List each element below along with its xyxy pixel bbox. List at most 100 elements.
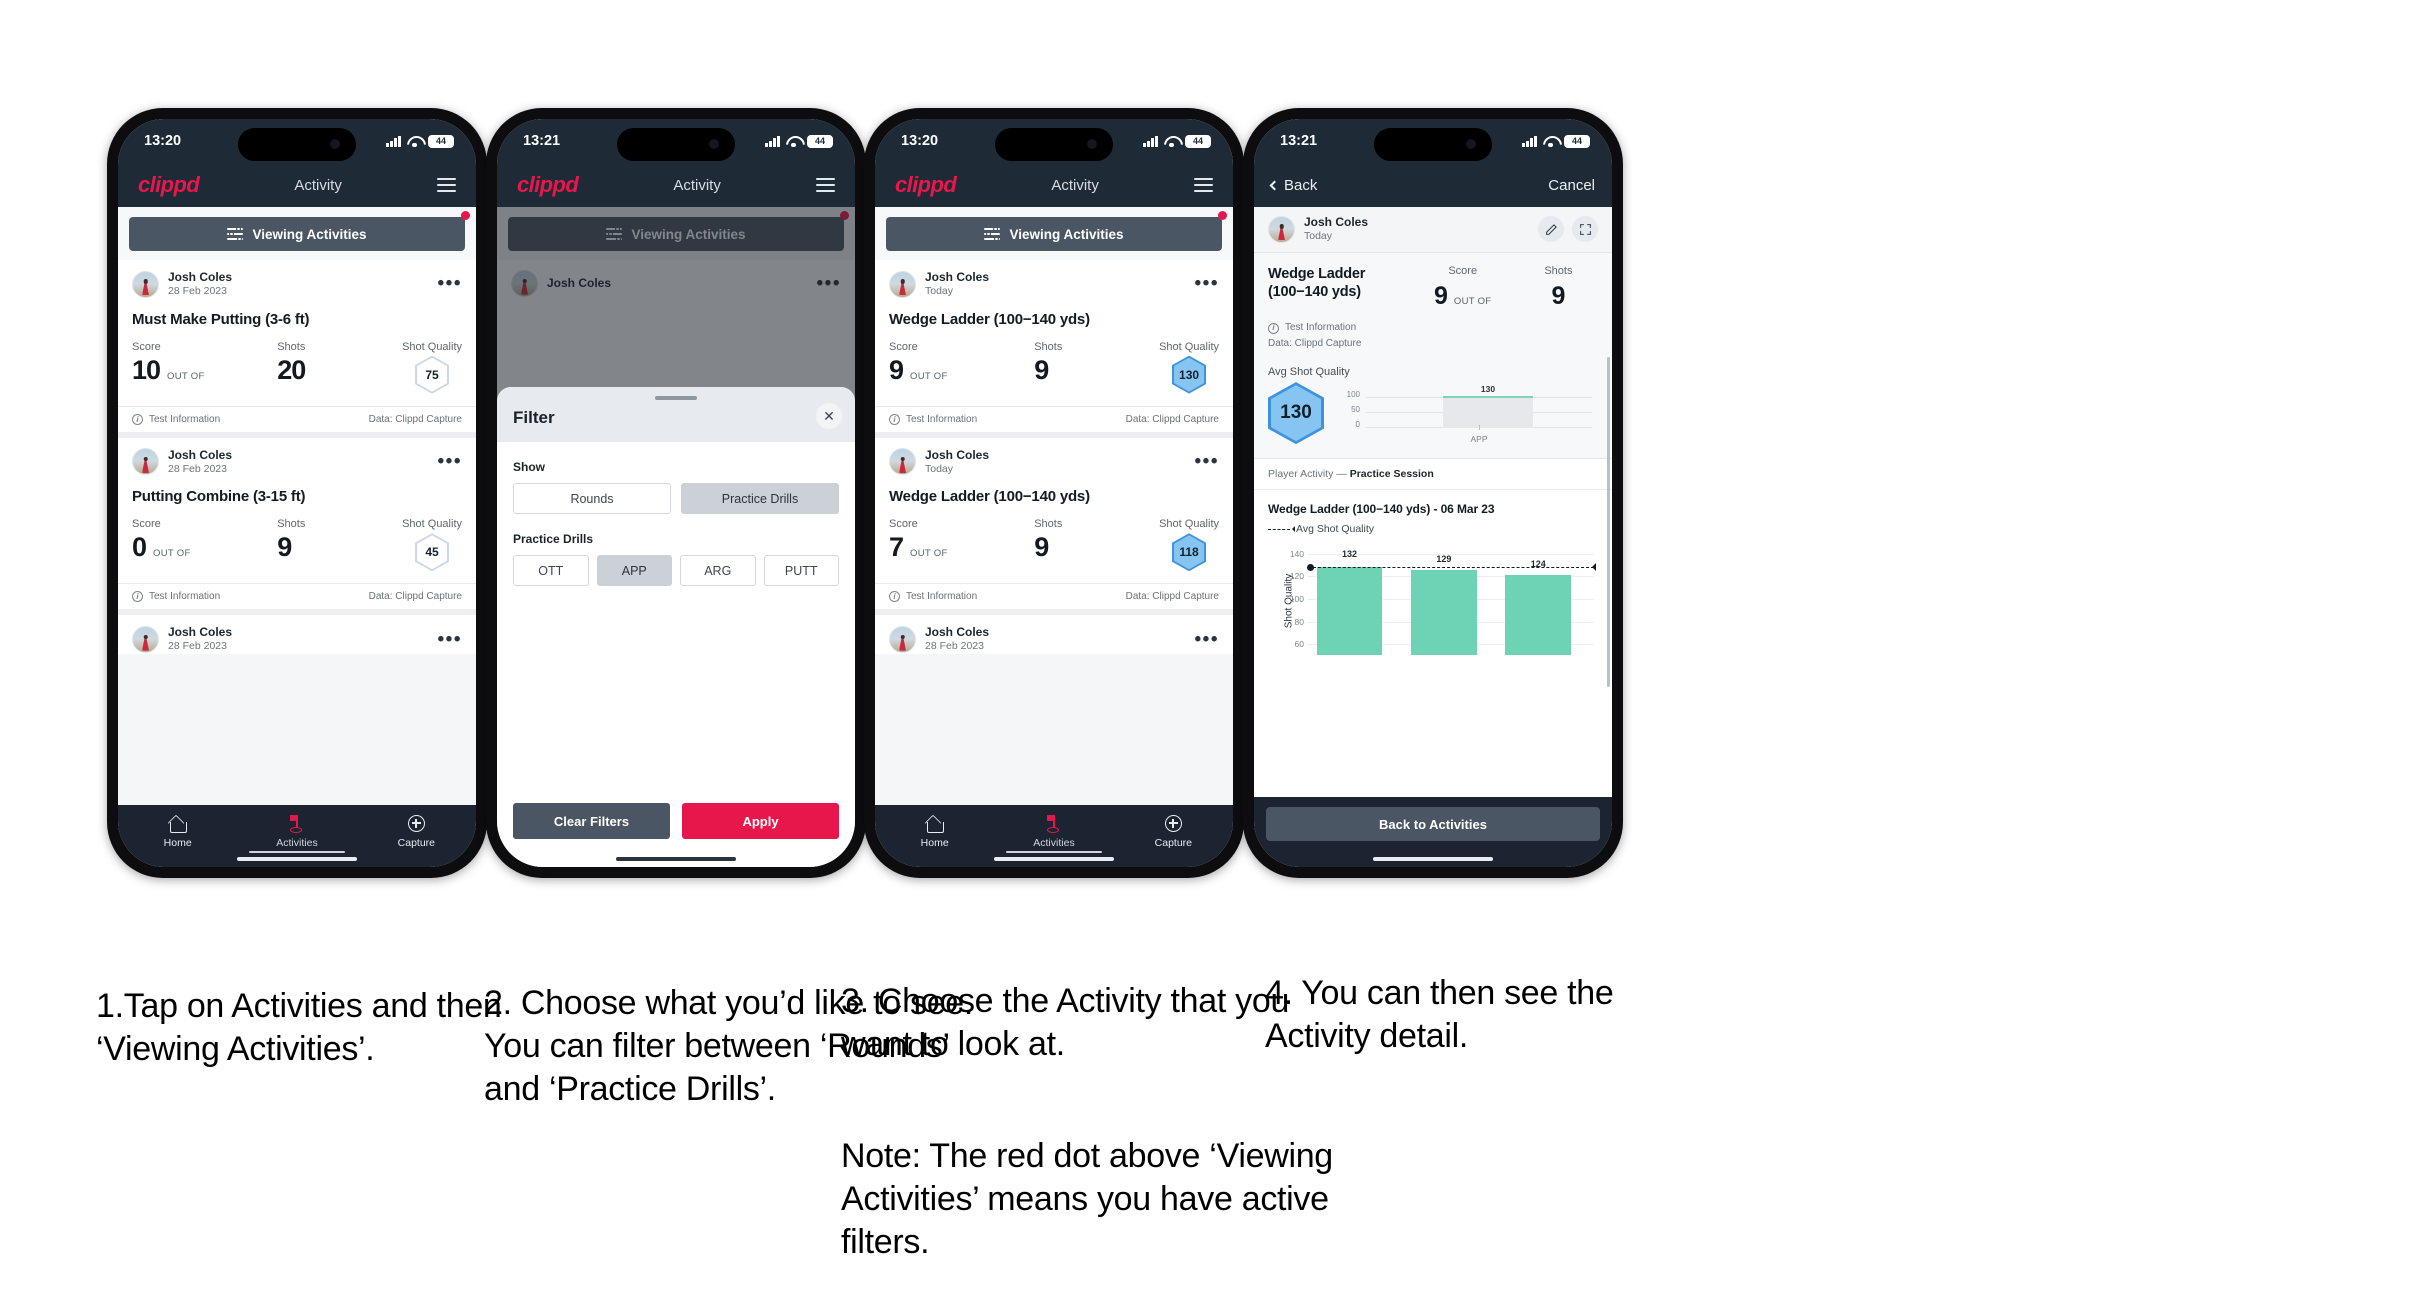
shot-quality-value: 75 (417, 357, 448, 392)
fullscreen-icon[interactable] (1572, 216, 1598, 243)
test-information-label: Test Information (906, 591, 978, 603)
card-overflow-menu-icon[interactable]: ••• (438, 630, 462, 649)
dynamic-island (995, 128, 1113, 161)
tab-home[interactable]: Home (118, 814, 237, 849)
y-tick: 80 (1294, 616, 1304, 627)
shot-quality-label: Shot Quality (1159, 518, 1219, 531)
show-group-label: Show (513, 460, 545, 474)
drill-chip-ott[interactable]: OTT (513, 555, 589, 586)
score-label: Score (889, 340, 918, 353)
apply-button[interactable]: Apply (682, 803, 839, 839)
avatar (889, 626, 916, 654)
viewing-activities-filter-button[interactable]: Viewing Activities (129, 217, 465, 251)
app-header: clippd Activity (497, 163, 855, 207)
drill-chip-group: OTT APP ARG PUTT (513, 555, 839, 586)
tab-label: Home (920, 837, 949, 849)
drill-chip-arg[interactable]: ARG (680, 555, 756, 586)
card-title: Wedge Ladder (100−140 yds) (889, 310, 1090, 328)
activity-card[interactable]: Josh Coles Today ••• Wedge Ladder (100−1… (875, 260, 1233, 438)
score-label: Score (889, 518, 918, 531)
wifi-icon (1543, 136, 1558, 148)
card-overflow-menu-icon[interactable]: ••• (438, 452, 462, 471)
bar (1505, 575, 1572, 656)
card-overflow-menu-icon[interactable]: ••• (1195, 630, 1219, 649)
detail-user-header: Josh Coles Today (1254, 207, 1612, 253)
card-date: 28 Feb 2023 (168, 462, 227, 475)
shot-quality-hexagon: 118 (1172, 533, 1207, 572)
cellular-signal-icon (1143, 135, 1158, 147)
score-label: Score (132, 518, 161, 531)
pencil-icon[interactable] (1538, 216, 1564, 243)
chart-legend: Avg Shot Quality (1268, 523, 1598, 535)
back-to-activities-button[interactable]: Back to Activities (1266, 807, 1600, 841)
activity-card[interactable]: Josh Coles Today ••• Wedge Ladder (100−1… (875, 437, 1233, 616)
hamburger-icon[interactable] (1193, 178, 1213, 192)
back-button[interactable]: Back (1269, 176, 1318, 194)
shot-quality-label: Shot Quality (402, 518, 462, 531)
avatar (889, 270, 916, 298)
data-source-label: Data: Clippd Capture (1268, 338, 1362, 350)
data-source-label: Data: Clippd Capture (368, 413, 462, 425)
card-overflow-menu-icon[interactable]: ••• (1195, 274, 1219, 293)
card-date: 28 Feb 2023 (925, 640, 984, 653)
section-bold: Practice Session (1349, 468, 1434, 481)
activity-card-partial[interactable]: Josh Coles 28 Feb 2023 ••• (118, 615, 476, 654)
bar-value-label: 132 (1341, 549, 1357, 560)
card-user-name: Josh Coles (925, 625, 990, 640)
detail-footer: Back to Activities (1254, 797, 1612, 867)
chevron-left-icon (1269, 180, 1280, 190)
filter-button-label: Viewing Activities (252, 226, 367, 242)
back-label: Back (1284, 176, 1318, 194)
shots-label: Shots (277, 518, 306, 531)
card-date: 28 Feb 2023 (168, 640, 227, 653)
mini-bar-chart: 100 50 0 130 APP (1340, 382, 1598, 444)
card-overflow-menu-icon[interactable]: ••• (1195, 452, 1219, 471)
viewing-activities-filter-button[interactable]: Viewing Activities (886, 217, 1222, 251)
drill-chip-putt[interactable]: PUTT (763, 555, 839, 586)
phone-4-activity-detail: 13:21 44 Back Cancel Josh Coles Today We… (1243, 108, 1623, 878)
show-option-rounds[interactable]: Rounds (513, 483, 671, 514)
show-option-practice-drills[interactable]: Practice Drills (681, 483, 839, 514)
activity-card-partial[interactable]: Josh Coles 28 Feb 2023 ••• (875, 615, 1233, 654)
home-indicator (237, 856, 357, 861)
avg-shot-quality-value: 130 (1271, 385, 1321, 442)
score-label: Score (1448, 264, 1478, 277)
shot-quality-hexagon: 130 (1172, 355, 1207, 394)
avg-shot-quality-line (1307, 563, 1596, 572)
drill-chip-app[interactable]: APP (596, 555, 672, 586)
out-of-label: OUT OF (1453, 295, 1492, 307)
tab-home[interactable]: Home (875, 814, 994, 849)
tab-capture[interactable]: Capture (357, 814, 476, 849)
scrollbar[interactable] (1607, 357, 1610, 687)
close-icon[interactable]: ✕ (816, 403, 842, 429)
card-overflow-menu-icon[interactable]: ••• (438, 274, 462, 293)
info-icon: i (889, 591, 900, 603)
wifi-icon (407, 136, 422, 148)
card-date: 28 Feb 2023 (168, 285, 227, 297)
active-filter-dot (1218, 211, 1227, 220)
data-source-label: Data: Clippd Capture (1125, 413, 1219, 425)
page-title: Activity (294, 176, 342, 194)
activity-card[interactable]: Josh Coles 28 Feb 2023 ••• Putting Combi… (118, 437, 476, 616)
activity-card[interactable]: Josh Coles 28 Feb 2023 ••• Must Make Put… (118, 260, 476, 438)
tab-activities[interactable]: Activities (237, 814, 356, 853)
legend-label: Avg Shot Quality (1296, 523, 1375, 536)
clear-filters-button[interactable]: Clear Filters (513, 803, 670, 839)
shot-quality-hexagon: 45 (415, 533, 450, 572)
sheet-grabber[interactable] (655, 396, 697, 400)
hamburger-icon[interactable] (436, 178, 456, 192)
hamburger-icon[interactable] (815, 178, 835, 192)
cellular-signal-icon (765, 135, 780, 147)
avatar (132, 448, 159, 476)
tab-activities[interactable]: Activities (994, 814, 1113, 853)
tab-capture[interactable]: Capture (1114, 814, 1233, 849)
score-value: 0 (132, 532, 147, 563)
avg-shot-quality-hexagon: 130 (1268, 382, 1324, 445)
cancel-button[interactable]: Cancel (1548, 177, 1595, 194)
practice-drills-group-label: Practice Drills (513, 532, 594, 546)
mini-ytick: 0 (1355, 420, 1360, 430)
score-value: 10 (132, 354, 161, 385)
clippd-logo: clippd (517, 172, 579, 197)
shots-label: Shots (277, 340, 306, 353)
avatar (132, 626, 159, 654)
